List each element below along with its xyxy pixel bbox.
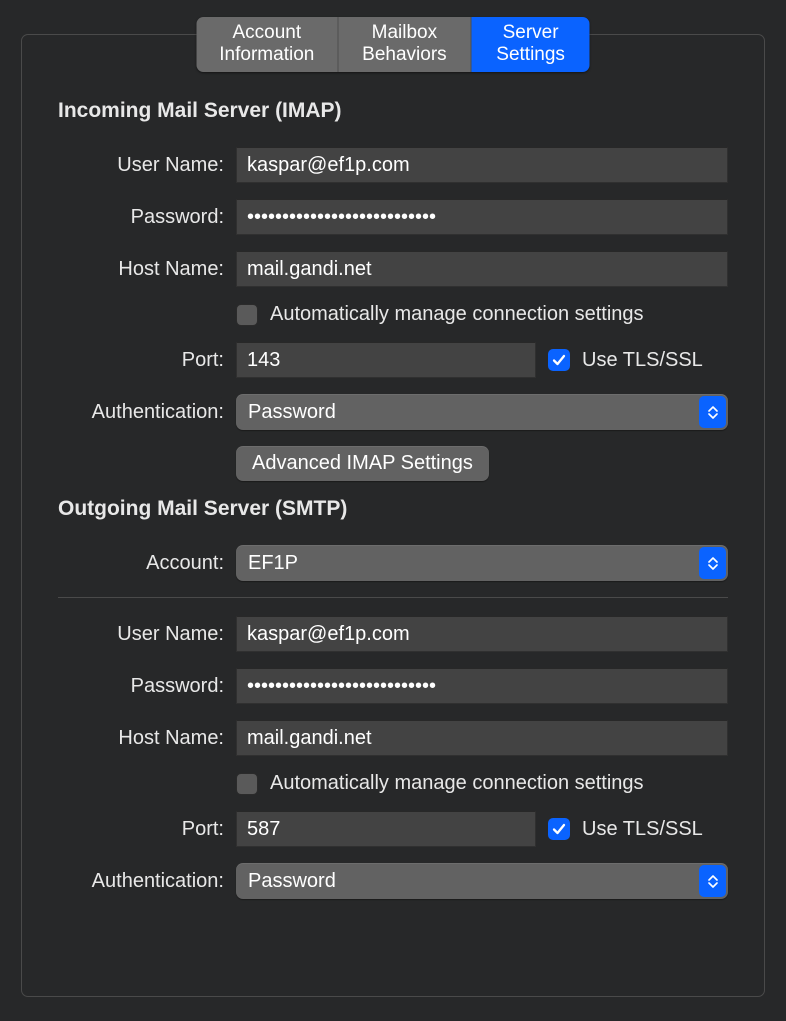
incoming-auto-manage-label: Automatically manage connection settings (270, 303, 644, 326)
outgoing-auth-select[interactable]: Password (236, 863, 728, 899)
incoming-use-tls-checkbox[interactable] (548, 349, 570, 371)
incoming-port-label: Port: (58, 349, 236, 372)
incoming-password-input[interactable] (236, 199, 728, 235)
outgoing-hostname-input[interactable] (236, 720, 728, 756)
tab-account-information[interactable]: Account Information (197, 17, 339, 72)
chevron-up-down-icon (699, 865, 726, 897)
chevron-up-down-icon (699, 396, 726, 428)
outgoing-use-tls-checkbox[interactable] (548, 818, 570, 840)
incoming-auth-label: Authentication: (58, 401, 236, 424)
tab-mailbox-behaviors[interactable]: Mailbox Behaviors (338, 17, 472, 72)
outgoing-use-tls-label: Use TLS/SSL (582, 818, 703, 841)
incoming-auth-select[interactable]: Password (236, 394, 728, 430)
outgoing-port-label: Port: (58, 818, 236, 841)
incoming-auth-value: Password (248, 401, 336, 424)
outgoing-account-value: EF1P (248, 552, 298, 575)
divider (58, 597, 728, 598)
tab-server-settings[interactable]: Server Settings (472, 17, 590, 72)
incoming-username-input[interactable] (236, 147, 728, 183)
outgoing-auth-label: Authentication: (58, 870, 236, 893)
outgoing-username-input[interactable] (236, 616, 728, 652)
outgoing-port-input[interactable] (236, 811, 536, 847)
incoming-password-label: Password: (58, 206, 236, 229)
incoming-username-label: User Name: (58, 154, 236, 177)
outgoing-auto-manage-label: Automatically manage connection settings (270, 772, 644, 795)
outgoing-password-label: Password: (58, 675, 236, 698)
incoming-use-tls-label: Use TLS/SSL (582, 349, 703, 372)
outgoing-password-input[interactable] (236, 668, 728, 704)
outgoing-hostname-label: Host Name: (58, 727, 236, 750)
chevron-up-down-icon (699, 547, 726, 579)
incoming-section-title: Incoming Mail Server (IMAP) (58, 99, 728, 123)
tab-bar: Account Information Mailbox Behaviors Se… (197, 17, 590, 72)
outgoing-username-label: User Name: (58, 623, 236, 646)
settings-panel: Incoming Mail Server (IMAP) User Name: P… (21, 34, 765, 997)
outgoing-section-title: Outgoing Mail Server (SMTP) (58, 497, 728, 521)
advanced-imap-settings-button[interactable]: Advanced IMAP Settings (236, 446, 489, 481)
outgoing-auto-manage-checkbox[interactable] (236, 773, 258, 795)
incoming-hostname-label: Host Name: (58, 258, 236, 281)
incoming-port-input[interactable] (236, 342, 536, 378)
outgoing-account-select[interactable]: EF1P (236, 545, 728, 581)
outgoing-account-label: Account: (58, 552, 236, 575)
incoming-hostname-input[interactable] (236, 251, 728, 287)
outgoing-auth-value: Password (248, 870, 336, 893)
incoming-auto-manage-checkbox[interactable] (236, 304, 258, 326)
